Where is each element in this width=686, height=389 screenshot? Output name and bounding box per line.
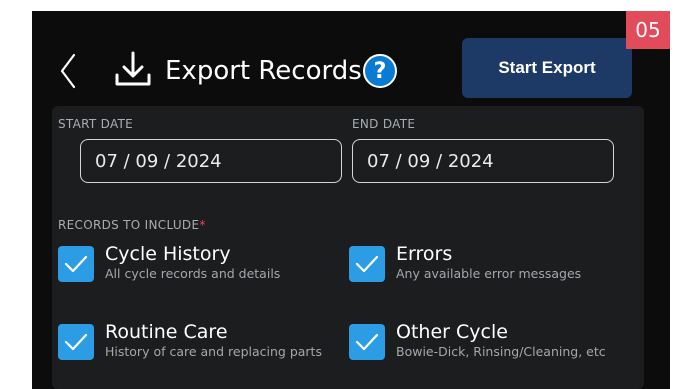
option-title: Routine Care [105,321,228,343]
option-cycle-history[interactable]: Cycle History All cycle records and deta… [58,243,280,282]
records-to-include-label: RECORDS TO INCLUDE* [58,218,206,232]
option-errors[interactable]: Errors Any available error messages [349,243,581,282]
checkmark-icon [355,255,379,273]
export-form-panel: START DATE 07 / 09 / 2024 END DATE 07 / … [52,106,644,389]
option-subtitle: All cycle records and details [105,266,281,281]
start-export-button[interactable]: Start Export [462,38,632,98]
end-date-field[interactable]: 07 / 09 / 2024 [352,139,614,183]
required-mark: * [199,218,206,232]
other-cycle-text: Other Cycle Bowie-Dick, Rinsing/Cleaning… [396,321,606,360]
routine-care-text: Routine Care History of care and replaci… [105,321,322,360]
export-records-screen: Export Records ? Start Export 05 START D… [32,11,670,389]
routine-care-checkbox[interactable] [58,324,94,360]
step-badge: 05 [626,11,670,49]
option-title: Other Cycle [396,321,508,343]
checkmark-icon [64,255,88,273]
other-cycle-checkbox[interactable] [349,324,385,360]
checkmark-icon [64,333,88,351]
errors-text: Errors Any available error messages [396,243,581,282]
option-title: Errors [396,243,453,265]
option-subtitle: Bowie-Dick, Rinsing/Cleaning, etc [396,344,606,359]
back-chevron-icon[interactable] [58,51,78,91]
option-title: Cycle History [105,243,231,265]
download-icon [115,51,151,86]
header: Export Records ? Start Export [32,11,670,106]
cycle-history-checkbox[interactable] [58,246,94,282]
start-date-field[interactable]: 07 / 09 / 2024 [80,139,342,183]
start-date-label: START DATE [58,117,134,131]
end-date-label: END DATE [352,117,416,131]
option-subtitle: History of care and replacing parts [105,344,322,359]
help-icon[interactable]: ? [363,54,397,88]
cycle-history-text: Cycle History All cycle records and deta… [105,243,280,282]
checkmark-icon [355,333,379,351]
errors-checkbox[interactable] [349,246,385,282]
option-subtitle: Any available error messages [396,266,582,281]
page-title: Export Records [165,56,362,86]
records-to-include-text: RECORDS TO INCLUDE [58,218,200,232]
option-routine-care[interactable]: Routine Care History of care and replaci… [58,321,322,360]
option-other-cycle[interactable]: Other Cycle Bowie-Dick, Rinsing/Cleaning… [349,321,606,360]
